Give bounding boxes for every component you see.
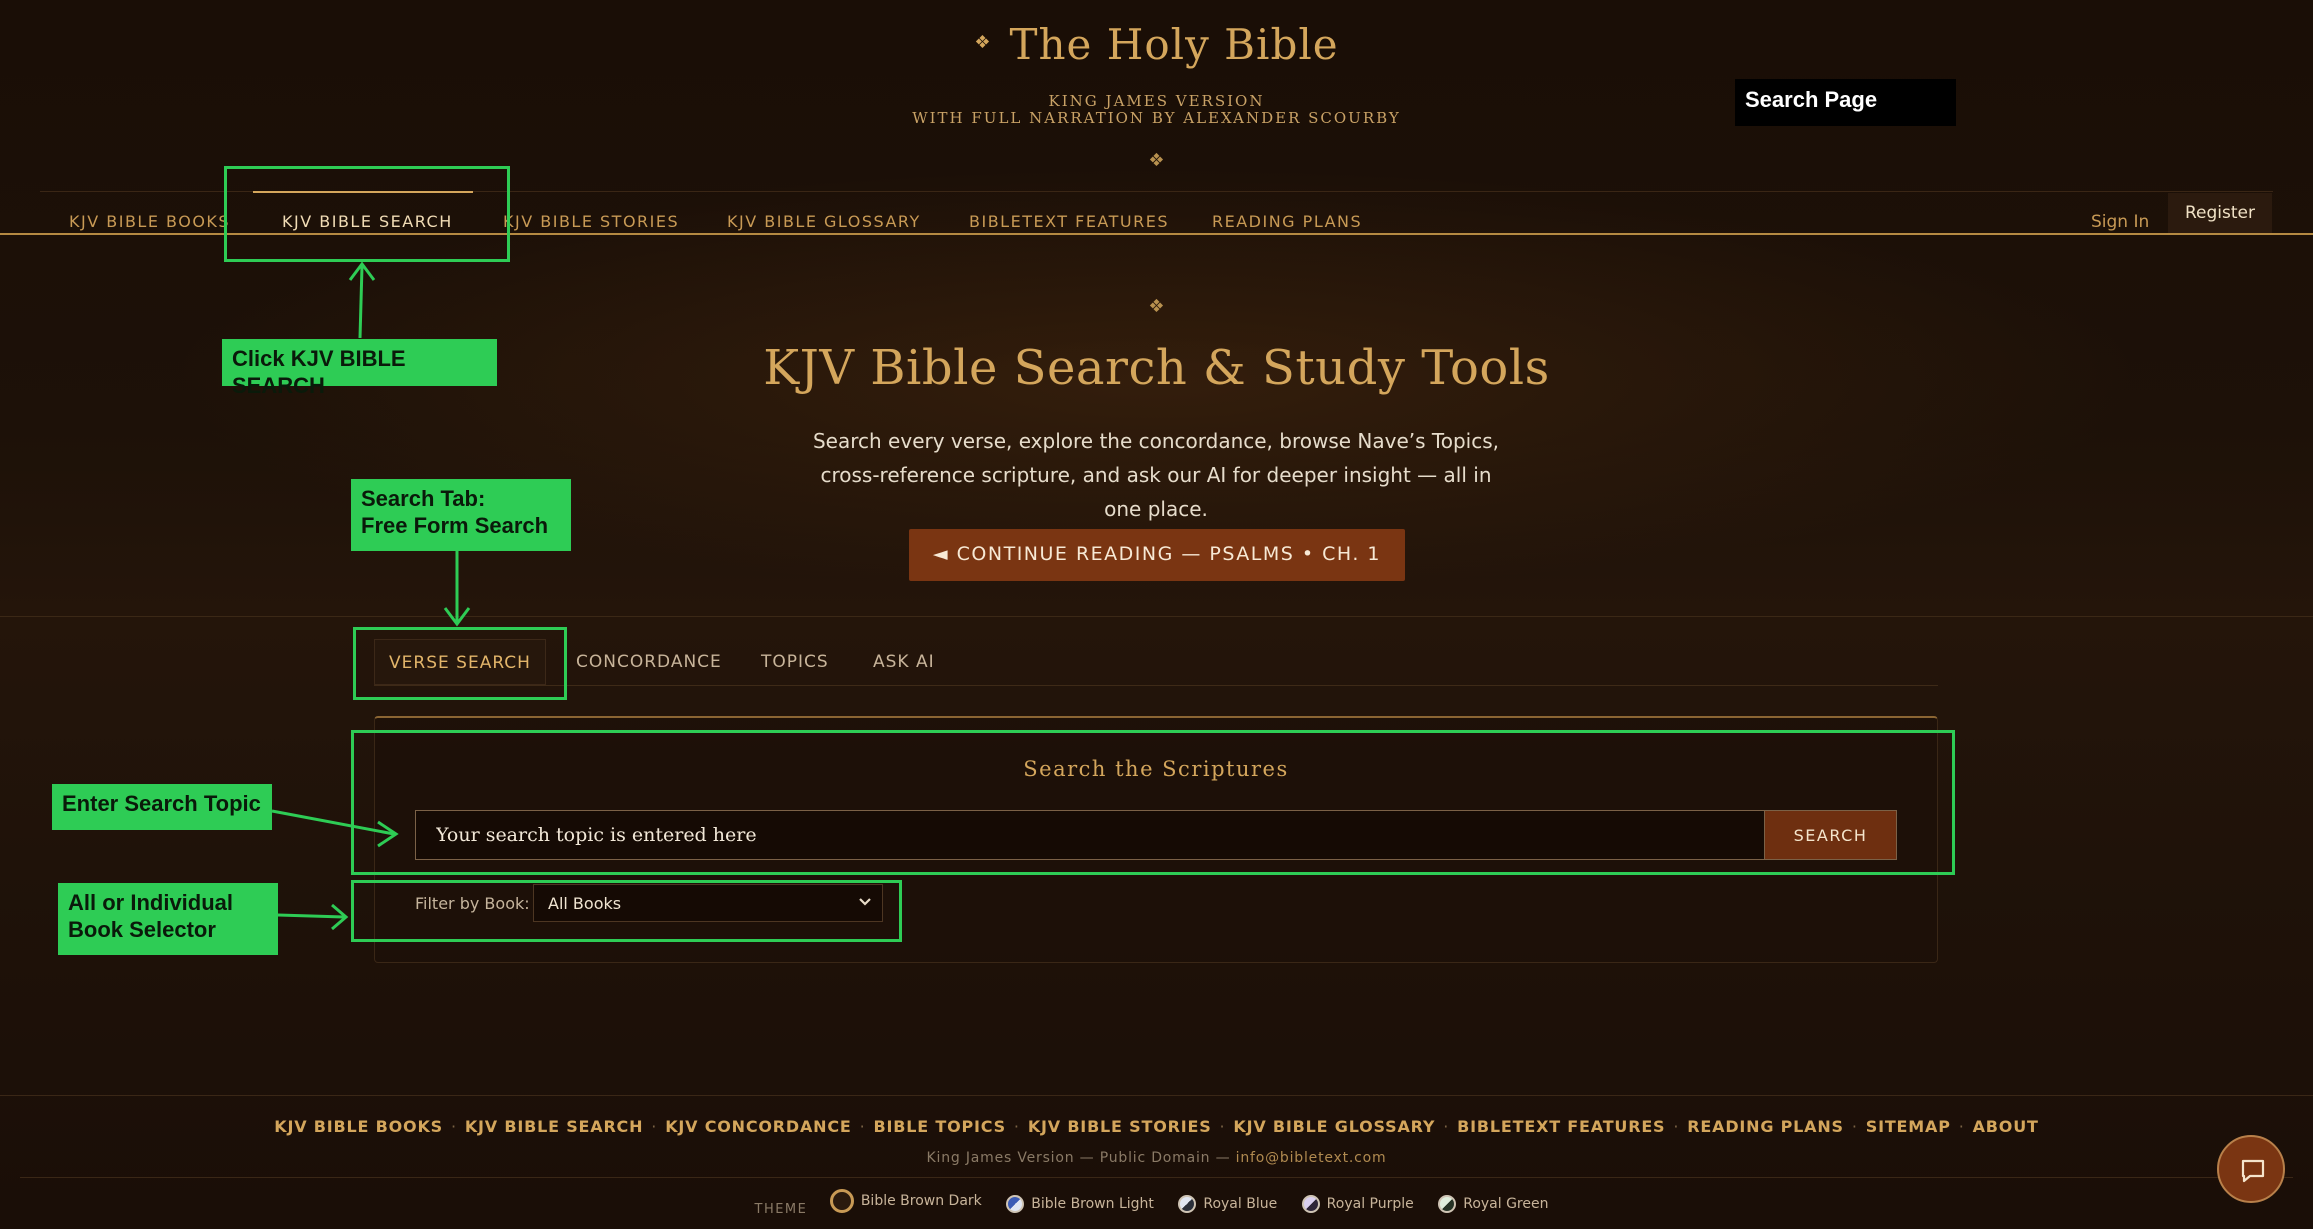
footer-copyright: King James Version — Public Domain — inf… bbox=[0, 1150, 2313, 1166]
footer-link-kjv-bible-glossary[interactable]: KJV BIBLE GLOSSARY bbox=[1233, 1117, 1435, 1136]
footer-nav: KJV BIBLE BOOKS · KJV BIBLE SEARCH · KJV CON… bbox=[274, 1117, 2039, 1136]
theme-swatch-icon bbox=[1301, 1195, 1320, 1213]
footer-link-kjv-bible-search[interactable]: KJV BIBLE SEARCH bbox=[465, 1117, 643, 1136]
theme-option-royal-green[interactable]: Royal Green bbox=[1438, 1195, 1548, 1213]
footer-link-about[interactable]: ABOUT bbox=[1973, 1117, 2039, 1136]
footer-link-kjv-bible-books[interactable]: KJV BIBLE BOOKS bbox=[274, 1117, 443, 1136]
theme-swatch-icon bbox=[1438, 1195, 1457, 1213]
footer-divider-bottom bbox=[20, 1177, 2293, 1178]
footer-link-kjv-bible-stories[interactable]: KJV BIBLE STORIES bbox=[1028, 1117, 1212, 1136]
footer-link-bibletext-features[interactable]: BIBLETEXT FEATURES bbox=[1457, 1117, 1665, 1136]
theme-swatch-icon bbox=[1178, 1195, 1197, 1213]
footer-divider bbox=[0, 1095, 2313, 1096]
theme-selector: THEME Bible Brown Dark Bible Brown Light… bbox=[0, 1189, 2313, 1217]
contact-email-link[interactable]: info@bibletext.com bbox=[1236, 1150, 1387, 1166]
arrow-to-book-selector bbox=[277, 913, 345, 919]
footer-link-kjv-concordance[interactable]: KJV CONCORDANCE bbox=[665, 1117, 851, 1136]
theme-label: THEME bbox=[754, 1202, 808, 1217]
theme-swatch-icon bbox=[1006, 1195, 1025, 1213]
footer-link-reading-plans[interactable]: READING PLANS bbox=[1687, 1117, 1844, 1136]
copyright-text: King James Version — Public Domain — bbox=[926, 1150, 1231, 1166]
arrow-to-search-input bbox=[271, 809, 395, 836]
theme-option-bible-brown-dark[interactable]: Bible Brown Dark bbox=[829, 1189, 982, 1213]
chat-button[interactable] bbox=[2217, 1135, 2285, 1203]
arrow-to-nav-search bbox=[358, 265, 364, 339]
annotation-arrows bbox=[271, 261, 471, 931]
theme-option-royal-purple[interactable]: Royal Purple bbox=[1301, 1195, 1414, 1213]
theme-option-royal-blue[interactable]: Royal Blue bbox=[1178, 1195, 1277, 1213]
theme-swatch-icon bbox=[829, 1189, 854, 1213]
theme-option-bible-brown-light[interactable]: Bible Brown Light bbox=[1006, 1195, 1154, 1213]
chat-bubble-icon bbox=[2241, 1159, 2265, 1183]
footer-link-bible-topics[interactable]: BIBLE TOPICS bbox=[874, 1117, 1006, 1136]
footer-link-sitemap[interactable]: SITEMAP bbox=[1866, 1117, 1951, 1136]
